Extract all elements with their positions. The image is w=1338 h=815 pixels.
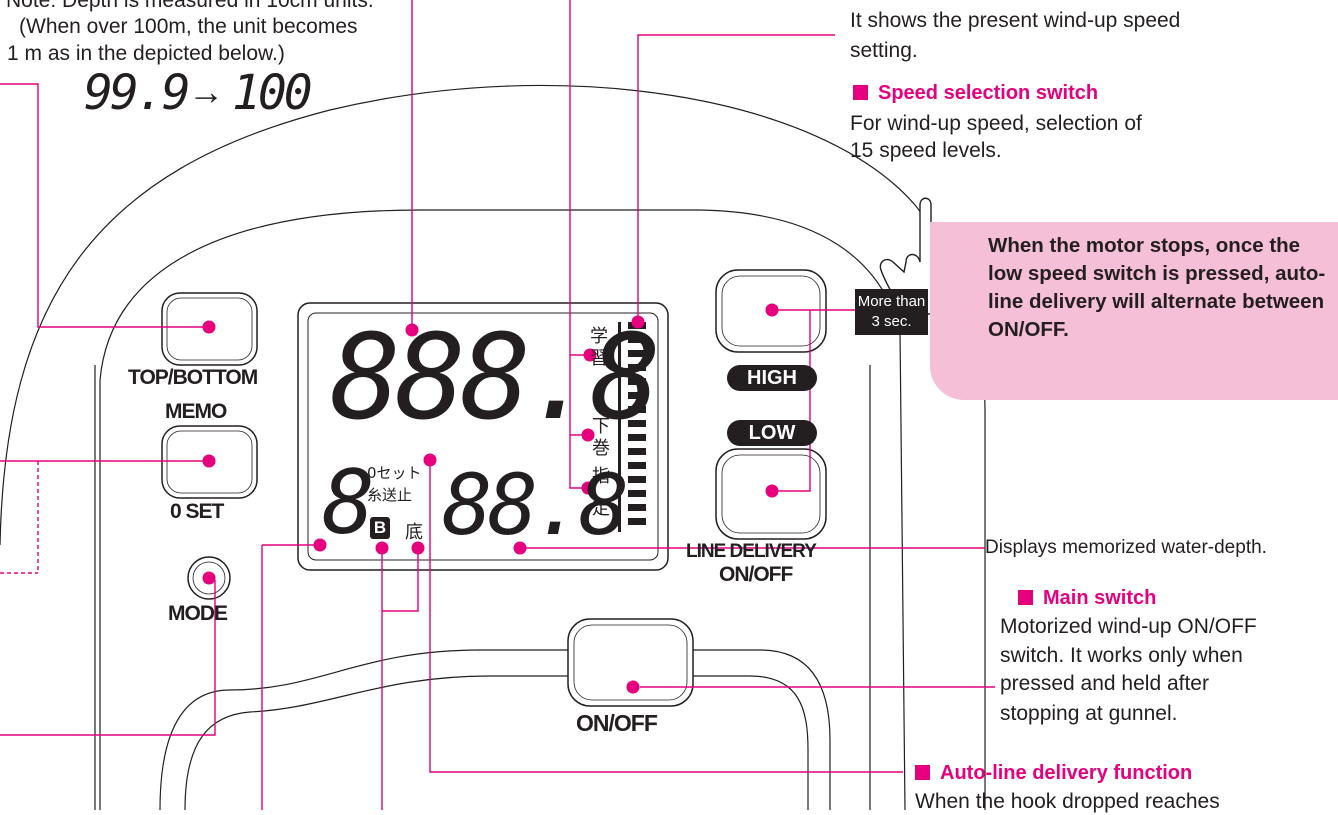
lcd-bottom-indicator: 底: [405, 522, 423, 543]
main-switch-desc-2: switch. It works only when: [1000, 644, 1243, 667]
example-from: 99.9: [84, 65, 191, 121]
note-line-1: Note: Depth is measured in 10cm units.: [6, 0, 374, 12]
speed-display-desc-2: setting.: [850, 39, 918, 62]
line-delivery-onoff-label: ON/OFF: [719, 563, 793, 586]
low-switch-callout: When the motor stops, once the low speed…: [930, 222, 1338, 400]
main-switch-desc-1: Motorized wind-up ON/OFF: [1000, 615, 1257, 638]
callout-text: When the motor stops, once the low speed…: [988, 234, 1326, 341]
speed-switch-desc-2: 15 speed levels.: [850, 139, 1002, 162]
device-bottom-outline: [159, 649, 831, 810]
bullet-square-icon: [1018, 590, 1033, 605]
bullet-square-icon: [915, 765, 930, 780]
lcd-spec-char-2: 定: [592, 498, 610, 519]
onoff-label: ON/OFF: [576, 710, 658, 736]
auto-line-desc-1: When the hook dropped reaches: [915, 790, 1220, 813]
lcd-line-stop-indicator: 糸送止: [367, 486, 413, 504]
lcd-learn-char-2: 習: [590, 348, 608, 369]
example-to: 100: [232, 65, 313, 121]
badge-line-1: More than: [857, 293, 926, 310]
badge-line-2: 3 sec.: [871, 313, 912, 330]
note-line-3: 1 m as in the depicted below.): [7, 42, 285, 65]
top-bottom-label: TOP/BOTTOM: [128, 366, 258, 389]
main-switch-desc-4: stopping at gunnel.: [1000, 702, 1178, 725]
lcd-spec-char-1: 指: [592, 466, 610, 487]
zero-set-label: 0 SET: [170, 500, 224, 523]
lcd-down-char-2: 巻: [592, 438, 610, 459]
note-line-2: (When over 100m, the unit becomes: [19, 15, 358, 38]
bullet-square-icon: [853, 85, 868, 100]
mode-label: MODE: [168, 602, 228, 625]
speed-switch-heading: Speed selection switch: [853, 82, 1098, 105]
lcd-zero-set-indicator: 0セット: [367, 464, 422, 482]
speed-switch-desc-1: For wind-up speed, selection of: [850, 112, 1142, 135]
memo-display-desc: Displays memorized water-depth.: [985, 537, 1267, 558]
duration-badge: More than 3 sec.: [855, 289, 928, 335]
high-label: HIGH: [727, 365, 817, 391]
device-outer-outline: [0, 84, 986, 810]
arrow-right-icon: →: [188, 71, 224, 112]
speed-display-desc-1: It shows the present wind-up speed: [850, 9, 1181, 32]
low-label: LOW: [727, 420, 817, 446]
auto-line-heading: Auto-line delivery function: [915, 762, 1192, 785]
memo-label: MEMO: [165, 400, 227, 423]
main-switch-heading: Main switch: [1018, 587, 1156, 610]
line-delivery-label: LINE DELIVERY: [686, 541, 817, 562]
device-bottom-outline-2: [184, 675, 809, 810]
main-switch-desc-3: pressed and held after: [1000, 672, 1209, 695]
battery-icon: B: [370, 517, 390, 539]
